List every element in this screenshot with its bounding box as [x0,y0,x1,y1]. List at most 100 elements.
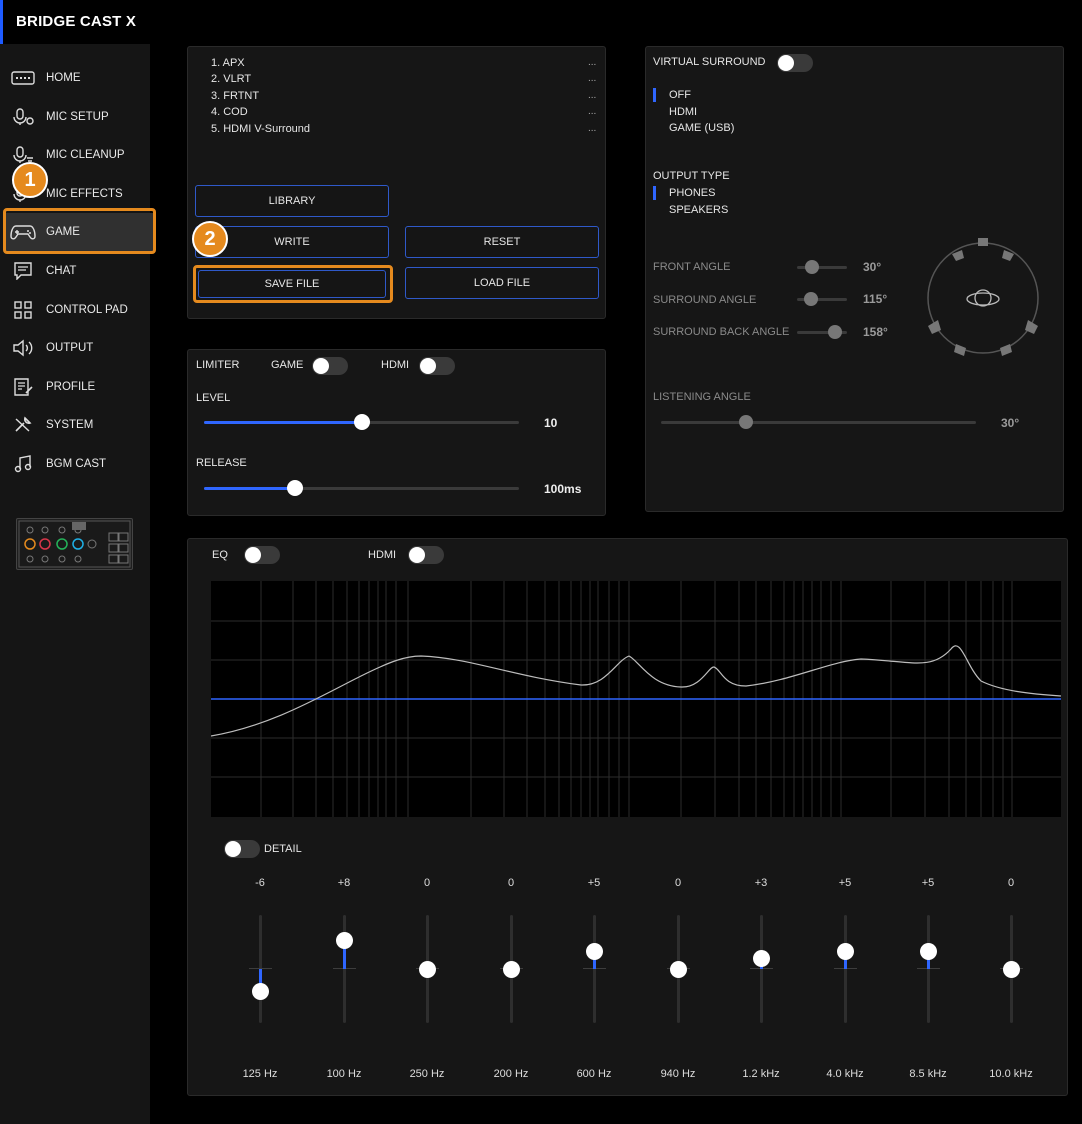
library-item-menu[interactable]: ... [588,57,596,68]
slider-fill [204,421,362,424]
sidebar-item-label: MIC CLEANUP [46,149,125,161]
eq-band-slider[interactable] [583,915,606,1023]
library-item-menu[interactable]: ... [588,106,596,117]
eq-toggle[interactable] [244,546,280,564]
library-item-menu[interactable]: ... [588,123,596,134]
eq-band-slider[interactable] [333,915,356,1023]
sidebar-item-profile[interactable]: PROFILE [6,368,154,406]
eq-band-slider[interactable] [416,915,439,1023]
front-angle-value: 30° [863,260,882,274]
slider-thumb[interactable] [419,961,436,978]
surround-back-angle-label: SURROUND BACK ANGLE [653,326,790,338]
slider-thumb[interactable] [354,414,370,430]
eq-band-slider[interactable] [249,915,272,1023]
band-gain-label: +5 [587,877,601,889]
detail-toggle[interactable] [224,840,260,858]
limiter-game-toggle[interactable] [312,357,348,375]
slider-thumb[interactable] [586,943,603,960]
slider-thumb[interactable] [670,961,687,978]
band-frequency-label: 100 Hz [326,1068,362,1080]
band-gain-label: -6 [255,877,265,889]
library-button[interactable]: LIBRARY [195,185,389,217]
music-icon [6,454,40,474]
level-label: LEVEL [196,392,231,404]
eq-band-slider[interactable] [667,915,690,1023]
surround-option-off[interactable]: OFF [669,89,691,101]
eq-hdmi-toggle[interactable] [408,546,444,564]
front-angle-slider[interactable] [797,260,847,274]
eq-hdmi-label: HDMI [368,549,397,561]
eq-curve-svg [210,581,1062,817]
band-frequency-label: 1.2 kHz [742,1068,780,1080]
sidebar-item-home[interactable]: HOME [6,59,154,97]
band-frequency-label: 200 Hz [493,1068,529,1080]
slider-thumb[interactable] [739,415,753,429]
library-item[interactable]: 3. FRTNT [211,90,259,102]
band-frequency-label: 250 Hz [409,1068,445,1080]
toggle-knob [409,547,425,563]
eq-band-slider[interactable] [750,915,773,1023]
eq-band-slider[interactable] [500,915,523,1023]
sidebar-item-game[interactable]: GAME [6,213,154,251]
keyboard-icon [6,71,40,85]
slider-thumb[interactable] [828,325,842,339]
surround-angle-slider[interactable] [797,292,847,306]
limiter-hdmi-label: HDMI [381,359,410,371]
band-gain-label: +5 [838,877,852,889]
sidebar-item-chat[interactable]: CHAT [6,252,154,290]
release-label: RELEASE [196,457,247,469]
output-type-speakers[interactable]: SPEAKERS [669,204,728,216]
eq-band-slider[interactable] [1000,915,1023,1023]
app-title: BRIDGE CAST X [16,13,137,30]
release-slider[interactable] [204,480,519,496]
library-item[interactable]: 4. COD [211,106,248,118]
sidebar-item-mic-setup[interactable]: MIC SETUP [6,98,154,136]
surround-back-angle-value: 158° [863,325,888,339]
library-item[interactable]: 2. VLRT [211,73,251,85]
band-frequency-label: 8.5 kHz [909,1068,947,1080]
band-gain-label: +3 [754,877,768,889]
profile-icon [6,377,40,397]
band-gain-label: +8 [337,877,351,889]
slider-thumb[interactable] [837,943,854,960]
virtual-surround-label: VIRTUAL SURROUND [653,56,766,68]
sidebar-item-output[interactable]: OUTPUT [6,329,154,367]
load-file-button[interactable]: LOAD FILE [405,267,599,299]
eq-band-slider[interactable] [834,915,857,1023]
surround-option-hdmi[interactable]: HDMI [669,106,697,118]
slider-fill [204,487,295,490]
surround-option-game-usb[interactable]: GAME (USB) [669,122,734,134]
save-file-button[interactable]: SAVE FILE [198,270,386,298]
listening-angle-slider[interactable] [661,415,976,429]
band-gain-label: 0 [507,877,515,889]
toggle-knob [420,358,436,374]
sidebar-item-system[interactable]: SYSTEM [6,406,154,444]
slider-thumb[interactable] [920,943,937,960]
listener-head-icon [966,289,1000,307]
virtual-surround-toggle[interactable] [777,54,813,72]
slider-thumb[interactable] [804,292,818,306]
output-type-label: OUTPUT TYPE [653,170,730,182]
library-item[interactable]: 1. APX [211,57,245,69]
slider-thumb[interactable] [252,982,269,1000]
sidebar-item-bgm-cast[interactable]: BGM CAST [6,445,154,483]
library-item[interactable]: 5. HDMI V-Surround [211,123,310,135]
limiter-game-label: GAME [271,359,304,371]
limiter-label: LIMITER [196,359,240,371]
gamepad-icon [6,223,40,241]
reset-button[interactable]: RESET [405,226,599,258]
band-gain-label: +5 [921,877,935,889]
output-type-phones[interactable]: PHONES [669,187,715,199]
slider-thumb[interactable] [1003,961,1020,978]
slider-thumb[interactable] [805,260,819,274]
library-item-menu[interactable]: ... [588,90,596,101]
level-slider[interactable] [204,414,519,430]
slider-thumb[interactable] [287,480,303,496]
slider-thumb[interactable] [503,961,520,978]
limiter-hdmi-toggle[interactable] [419,357,455,375]
surround-back-angle-slider[interactable] [797,325,847,339]
sidebar-item-control-pad[interactable]: CONTROL PAD [6,291,154,329]
eq-band-slider[interactable] [917,915,940,1023]
sidebar-item-label: CHAT [46,265,77,277]
library-item-menu[interactable]: ... [588,73,596,84]
